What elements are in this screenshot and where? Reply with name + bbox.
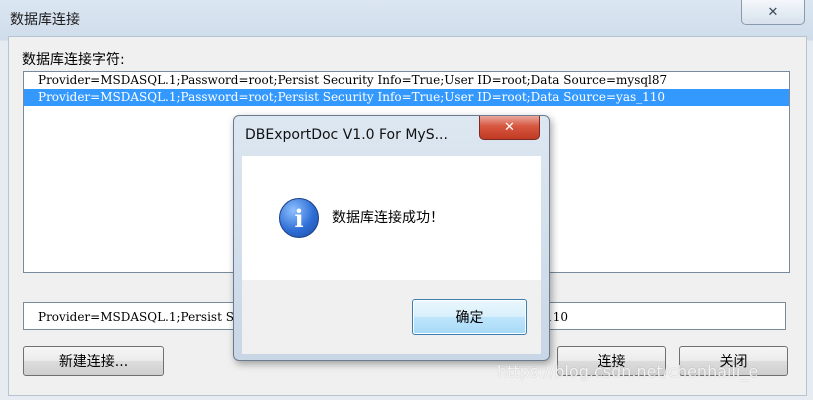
list-item[interactable]: Provider=MSDASQL.1;Password=root;Persist… (24, 72, 789, 89)
ok-button[interactable]: 确定 (412, 299, 527, 335)
message-box-body: i 数据库连接成功！ (242, 156, 541, 280)
close-icon: ✕ (504, 120, 515, 135)
message-box-dialog: DBExportDoc V1.0 For MyS... ✕ i 数据库连接成功！… (233, 115, 550, 361)
connection-string-label: 数据库连接字符: (22, 52, 125, 68)
new-connection-button[interactable]: 新建连接... (23, 346, 164, 376)
close-icon: ✕ (767, 4, 779, 20)
message-box-footer: 确定 (242, 280, 541, 354)
info-icon-glyph: i (294, 203, 304, 233)
list-item-selected[interactable]: Provider=MSDASQL.1;Password=root;Persist… (24, 89, 789, 106)
message-box-close-button[interactable]: ✕ (479, 116, 540, 140)
watermark-text: https://blog.csdn.net/chenhaili_e (497, 362, 759, 381)
info-icon: i (279, 198, 319, 238)
message-box-title: DBExportDoc V1.0 For MyS... (245, 127, 448, 143)
window-close-button[interactable]: ✕ (741, 0, 805, 25)
message-text: 数据库连接成功！ (332, 210, 444, 226)
window-title: 数据库连接 (10, 12, 80, 28)
